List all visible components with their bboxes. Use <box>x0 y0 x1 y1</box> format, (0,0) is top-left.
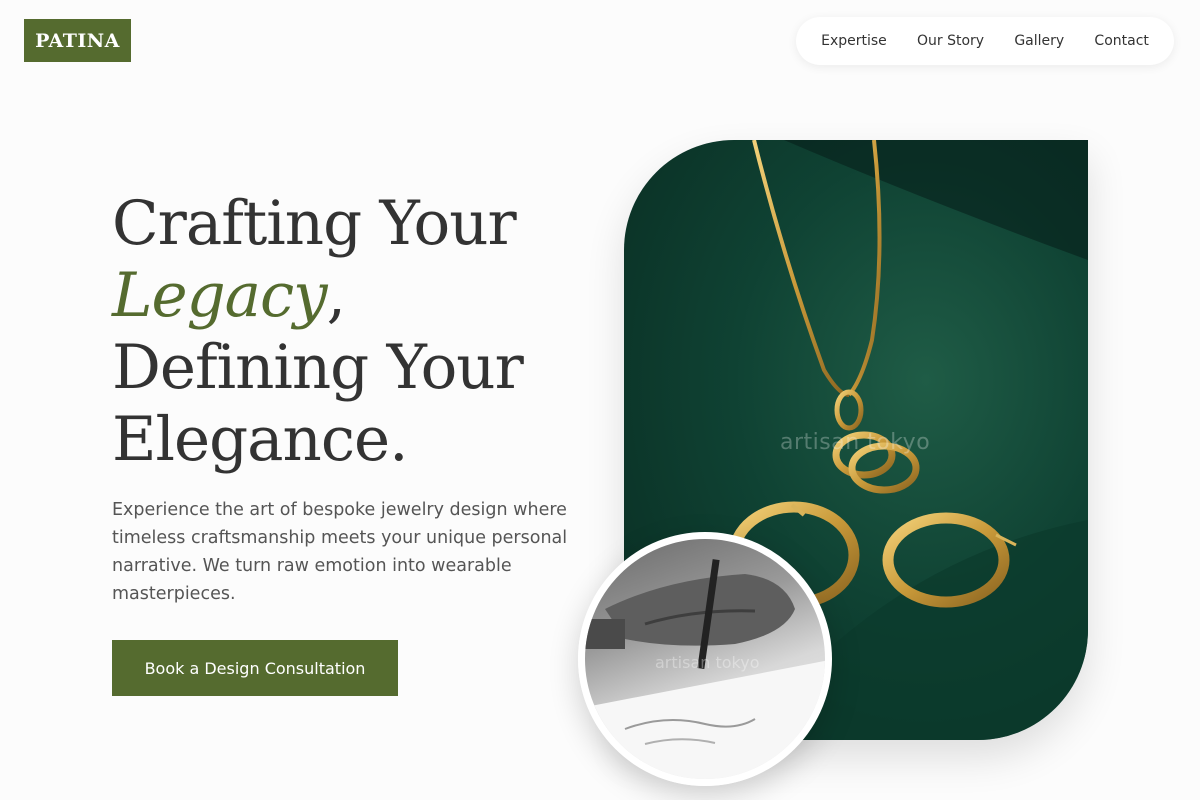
sketch-watermark: artisan tokyo <box>655 653 760 672</box>
headline-line-1: Crafting Your <box>112 188 517 259</box>
book-consultation-button[interactable]: Book a Design Consultation <box>112 640 398 696</box>
nav-item-contact[interactable]: Contact <box>1094 33 1148 49</box>
nav-item-our-story[interactable]: Our Story <box>917 33 984 49</box>
hero-description: Experience the art of bespoke jewelry de… <box>112 500 568 604</box>
hero-headline: Crafting Your Legacy, Defining Your Eleg… <box>112 188 524 476</box>
brand-logo[interactable]: PATINA <box>24 19 131 62</box>
headline-line-4: Elegance. <box>112 404 408 475</box>
sketch-photo: artisan tokyo <box>578 532 832 786</box>
photo-watermark: artisan tokyo <box>780 430 931 455</box>
headline-line-3: Defining Your <box>112 332 524 403</box>
headline-accent-word: Legacy <box>112 260 328 331</box>
headline-accent-suffix: , <box>326 260 346 331</box>
main-nav: Expertise Our Story Gallery Contact <box>796 17 1174 65</box>
nav-item-expertise[interactable]: Expertise <box>821 33 887 49</box>
nav-item-gallery[interactable]: Gallery <box>1014 33 1064 49</box>
